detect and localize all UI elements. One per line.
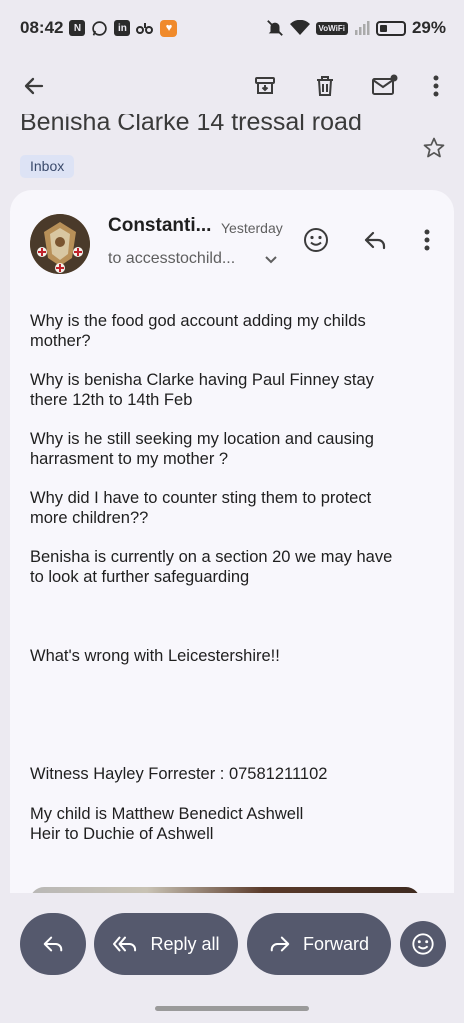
body-paragraph: My child is Matthew Benedict Ashwell Heir… [30,805,304,843]
archive-icon[interactable] [245,66,285,106]
back-arrow-icon[interactable] [14,66,54,106]
avatar[interactable] [30,214,90,274]
n-icon: N [69,20,86,36]
body-paragraph: Why is benisha Clarke having Paul Finney… [30,371,374,409]
delete-icon[interactable] [305,66,345,106]
toolbar [0,60,464,112]
home-indicator[interactable] [155,1006,309,1011]
bottom-action-bar: Reply all Forward [0,893,464,1023]
emoji-icon [412,933,434,955]
forward-label: Forward [302,933,369,954]
message-card: Constanti... Yesterday to accesstochild.… [10,190,454,893]
body-paragraph: Witness Hayley Forrester : 07581211102 [30,765,328,783]
star-icon[interactable] [418,132,450,164]
mark-unread-icon[interactable] [365,66,405,106]
reply-all-icon [113,936,137,952]
reply-button[interactable] [20,913,86,975]
clock: 08:42 [20,18,64,37]
body-paragraph: Why is he still seeking my location and … [30,430,374,468]
battery-percent: 29% [411,18,446,37]
reply-all-label: Reply all [150,933,220,954]
whatsapp-icon [91,20,108,37]
reply-icon[interactable] [357,222,393,258]
battery-icon [375,20,406,36]
vowifi-badge: VoWiFi [315,21,348,35]
emoji-reaction-button[interactable] [400,921,446,967]
body-paragraph: Why did I have to counter sting them to … [30,489,372,527]
body-paragraph: Benisha is currently on a section 20 we … [30,548,393,586]
mute-icon [266,19,284,37]
email-subject: Benisha Clarke 14 tressal road [20,114,362,136]
recipient-line[interactable]: to accesstochild... [108,250,235,268]
sender-name[interactable]: Constanti... [108,215,211,237]
heart-icon: ♥ [160,19,178,37]
reply-icon [43,936,63,952]
message-more-icon[interactable] [409,222,445,258]
forward-icon [270,936,290,952]
chevron-down-icon[interactable] [264,252,278,271]
status-bar: 08:42 N in ♥ VoWiFi 29% [0,0,464,56]
reply-all-button[interactable]: Reply all [94,913,238,975]
body-paragraph: What's wrong with Leicestershire!! [30,647,280,665]
emoji-react-icon[interactable] [298,222,334,258]
forward-button[interactable]: Forward [247,913,391,975]
body-paragraph: Why is the food god account adding my ch… [30,312,366,350]
sent-time: Yesterday [221,220,283,236]
signal-icon [354,20,370,36]
wifi-icon [289,20,310,36]
app-icon [136,21,154,35]
inbox-label[interactable]: Inbox [20,155,75,178]
linkedin-icon: in [114,20,131,36]
more-vert-icon[interactable] [416,66,456,106]
